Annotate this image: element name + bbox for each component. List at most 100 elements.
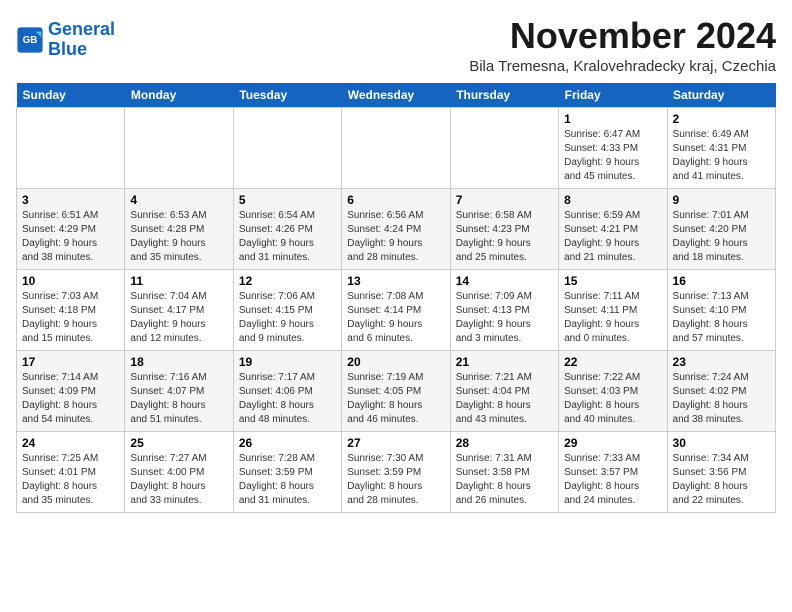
day-info: Sunrise: 6:51 AM Sunset: 4:29 PM Dayligh…: [22, 209, 119, 265]
month-title: November 2024: [469, 16, 776, 56]
weekday-header-wednesday: Wednesday: [342, 83, 450, 108]
week-row-5: 24Sunrise: 7:25 AM Sunset: 4:01 PM Dayli…: [17, 431, 776, 512]
week-row-2: 3 Sunrise: 6:51 AM Sunset: 4:29 PM Daylig…: [17, 188, 776, 269]
calendar-cell: 11 Sunrise: 7:04 AM Sunset: 4:17 PM Dayli…: [125, 269, 233, 350]
day-number: 5: [239, 193, 336, 207]
calendar-cell: 13 Sunrise: 7:08 AM Sunset: 4:14 PM Dayli…: [342, 269, 450, 350]
calendar-cell: [233, 107, 341, 188]
day-info: Sunrise: 6:56 AM Sunset: 4:24 PM Dayligh…: [347, 209, 444, 265]
day-info: Sunrise: 7:17 AM Sunset: 4:06 PM Dayligh…: [239, 371, 336, 427]
day-info: Sunrise: 6:54 AM Sunset: 4:26 PM Dayligh…: [239, 209, 336, 265]
day-info: Sunrise: 6:49 AM Sunset: 4:31 PM Dayligh…: [673, 128, 770, 184]
weekday-header-row: SundayMondayTuesdayWednesdayThursdayFrid…: [17, 83, 776, 108]
calendar-cell: 3 Sunrise: 6:51 AM Sunset: 4:29 PM Daylig…: [17, 188, 125, 269]
day-number: 12: [239, 274, 336, 288]
weekday-header-tuesday: Tuesday: [233, 83, 341, 108]
weekday-header-sunday: Sunday: [17, 83, 125, 108]
day-number: 14: [456, 274, 553, 288]
day-info: Sunrise: 7:33 AM Sunset: 3:57 PM Dayligh…: [564, 452, 661, 508]
calendar-cell: 29 Sunrise: 7:33 AM Sunset: 3:57 PM Dayli…: [559, 431, 667, 512]
day-info: Sunrise: 7:21 AM Sunset: 4:04 PM Dayligh…: [456, 371, 553, 427]
calendar-cell: 1 Sunrise: 6:47 AM Sunset: 4:33 PM Daylig…: [559, 107, 667, 188]
calendar-cell: 25 Sunrise: 7:27 AM Sunset: 4:00 PM Dayli…: [125, 431, 233, 512]
week-row-3: 10 Sunrise: 7:03 AM Sunset: 4:18 PM Dayli…: [17, 269, 776, 350]
title-block: November 2024 Bila Tremesna, Kralovehrad…: [469, 16, 776, 75]
day-info: Sunrise: 6:47 AM Sunset: 4:33 PM Dayligh…: [564, 128, 661, 184]
day-number: 2: [673, 112, 770, 126]
day-info: Sunrise: 7:34 AM Sunset: 3:56 PM Dayligh…: [673, 452, 770, 508]
header: GB General Blue November 2024 Bila Treme…: [16, 16, 776, 75]
day-info: Sunrise: 7:11 AM Sunset: 4:11 PM Dayligh…: [564, 290, 661, 346]
calendar-cell: 12Sunrise: 7:06 AM Sunset: 4:15 PM Dayli…: [233, 269, 341, 350]
day-number: 28: [456, 436, 553, 450]
calendar-cell: 8Sunrise: 6:59 AM Sunset: 4:21 PM Daylig…: [559, 188, 667, 269]
day-number: 3: [22, 193, 119, 207]
day-number: 16: [673, 274, 770, 288]
day-info: Sunrise: 7:25 AM Sunset: 4:01 PM Dayligh…: [22, 452, 119, 508]
day-number: 11: [130, 274, 227, 288]
day-number: 20: [347, 355, 444, 369]
day-number: 18: [130, 355, 227, 369]
day-number: 15: [564, 274, 661, 288]
day-info: Sunrise: 6:58 AM Sunset: 4:23 PM Dayligh…: [456, 209, 553, 265]
day-info: Sunrise: 7:28 AM Sunset: 3:59 PM Dayligh…: [239, 452, 336, 508]
day-info: Sunrise: 7:03 AM Sunset: 4:18 PM Dayligh…: [22, 290, 119, 346]
calendar-cell: [342, 107, 450, 188]
calendar-cell: 26 Sunrise: 7:28 AM Sunset: 3:59 PM Dayli…: [233, 431, 341, 512]
day-number: 19: [239, 355, 336, 369]
calendar-cell: 2 Sunrise: 6:49 AM Sunset: 4:31 PM Daylig…: [667, 107, 775, 188]
day-number: 9: [673, 193, 770, 207]
day-info: Sunrise: 7:31 AM Sunset: 3:58 PM Dayligh…: [456, 452, 553, 508]
day-number: 29: [564, 436, 661, 450]
day-info: Sunrise: 7:24 AM Sunset: 4:02 PM Dayligh…: [673, 371, 770, 427]
logo-line2: Blue: [48, 39, 87, 59]
day-number: 22: [564, 355, 661, 369]
calendar-cell: 15 Sunrise: 7:11 AM Sunset: 4:11 PM Dayli…: [559, 269, 667, 350]
calendar-cell: [125, 107, 233, 188]
calendar-cell: 6 Sunrise: 6:56 AM Sunset: 4:24 PM Daylig…: [342, 188, 450, 269]
logo-text: General Blue: [48, 20, 115, 60]
calendar-cell: [450, 107, 558, 188]
subtitle: Bila Tremesna, Kralovehradecky kraj, Cze…: [469, 58, 776, 75]
day-number: 7: [456, 193, 553, 207]
day-info: Sunrise: 7:08 AM Sunset: 4:14 PM Dayligh…: [347, 290, 444, 346]
day-number: 23: [673, 355, 770, 369]
weekday-header-thursday: Thursday: [450, 83, 558, 108]
calendar-cell: 27Sunrise: 7:30 AM Sunset: 3:59 PM Dayli…: [342, 431, 450, 512]
calendar: SundayMondayTuesdayWednesdayThursdayFrid…: [16, 83, 776, 513]
day-number: 1: [564, 112, 661, 126]
calendar-cell: 30 Sunrise: 7:34 AM Sunset: 3:56 PM Dayli…: [667, 431, 775, 512]
day-info: Sunrise: 7:13 AM Sunset: 4:10 PM Dayligh…: [673, 290, 770, 346]
day-info: Sunrise: 7:27 AM Sunset: 4:00 PM Dayligh…: [130, 452, 227, 508]
weekday-header-monday: Monday: [125, 83, 233, 108]
calendar-cell: 21Sunrise: 7:21 AM Sunset: 4:04 PM Dayli…: [450, 350, 558, 431]
weekday-header-saturday: Saturday: [667, 83, 775, 108]
day-number: 17: [22, 355, 119, 369]
day-number: 4: [130, 193, 227, 207]
calendar-cell: 19 Sunrise: 7:17 AM Sunset: 4:06 PM Dayli…: [233, 350, 341, 431]
day-info: Sunrise: 7:30 AM Sunset: 3:59 PM Dayligh…: [347, 452, 444, 508]
day-number: 30: [673, 436, 770, 450]
day-number: 10: [22, 274, 119, 288]
week-row-4: 17Sunrise: 7:14 AM Sunset: 4:09 PM Dayli…: [17, 350, 776, 431]
day-info: Sunrise: 7:04 AM Sunset: 4:17 PM Dayligh…: [130, 290, 227, 346]
day-info: Sunrise: 7:09 AM Sunset: 4:13 PM Dayligh…: [456, 290, 553, 346]
calendar-cell: 16 Sunrise: 7:13 AM Sunset: 4:10 PM Dayli…: [667, 269, 775, 350]
day-number: 6: [347, 193, 444, 207]
day-info: Sunrise: 7:19 AM Sunset: 4:05 PM Dayligh…: [347, 371, 444, 427]
calendar-cell: 4 Sunrise: 6:53 AM Sunset: 4:28 PM Daylig…: [125, 188, 233, 269]
day-info: Sunrise: 7:22 AM Sunset: 4:03 PM Dayligh…: [564, 371, 661, 427]
logo-line1: General: [48, 19, 115, 39]
day-number: 13: [347, 274, 444, 288]
calendar-cell: 9 Sunrise: 7:01 AM Sunset: 4:20 PM Daylig…: [667, 188, 775, 269]
calendar-cell: 14 Sunrise: 7:09 AM Sunset: 4:13 PM Dayli…: [450, 269, 558, 350]
day-number: 26: [239, 436, 336, 450]
logo: GB General Blue: [16, 20, 115, 60]
weekday-header-friday: Friday: [559, 83, 667, 108]
calendar-cell: 10 Sunrise: 7:03 AM Sunset: 4:18 PM Dayli…: [17, 269, 125, 350]
day-info: Sunrise: 6:53 AM Sunset: 4:28 PM Dayligh…: [130, 209, 227, 265]
day-number: 25: [130, 436, 227, 450]
calendar-cell: 22 Sunrise: 7:22 AM Sunset: 4:03 PM Dayli…: [559, 350, 667, 431]
calendar-cell: 5 Sunrise: 6:54 AM Sunset: 4:26 PM Daylig…: [233, 188, 341, 269]
day-info: Sunrise: 7:01 AM Sunset: 4:20 PM Dayligh…: [673, 209, 770, 265]
